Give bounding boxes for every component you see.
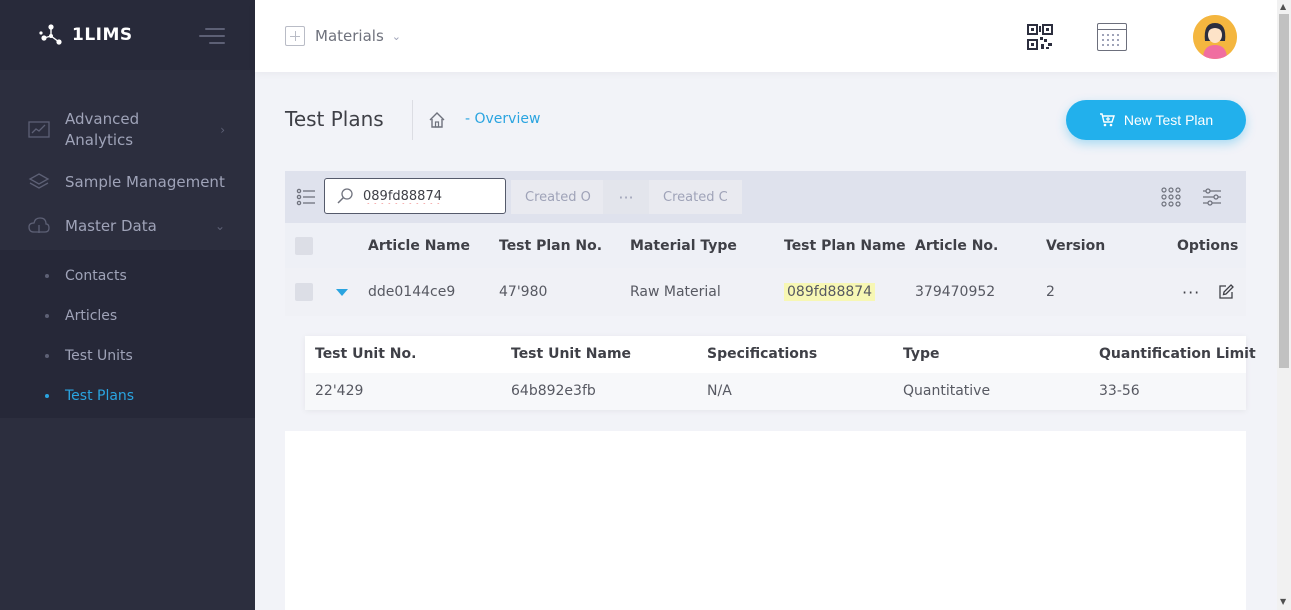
new-test-plan-label: New Test Plan <box>1123 112 1214 128</box>
select-all-checkbox[interactable] <box>295 236 313 255</box>
column-header-options: Options <box>1177 237 1239 254</box>
home-icon[interactable] <box>428 111 446 129</box>
chevron-down-icon: ⌄ <box>391 29 401 43</box>
table-row[interactable]: dde0144ce9 47'980 Raw Material 089fd8887… <box>285 268 1246 316</box>
column-header-article-no[interactable]: Article No. <box>915 238 998 254</box>
more-filters-button[interactable]: ··· <box>603 180 649 214</box>
cloud-icon <box>28 215 50 237</box>
bullet-icon <box>45 274 49 278</box>
sidebar-toggle-icon[interactable] <box>199 28 225 44</box>
sidebar-item-label: Master Data <box>65 217 157 235</box>
sub-cell-test-unit-no: 22'429 <box>315 383 364 399</box>
layers-icon <box>28 171 50 193</box>
sub-column-header-test-unit-no: Test Unit No. <box>315 346 417 362</box>
breadcrumb-overview[interactable]: - Overview <box>465 111 540 127</box>
sub-cell-quantification-limit: 33-56 <box>1099 383 1140 399</box>
sub-column-header-quantification-limit: Quantification Limit <box>1099 346 1256 362</box>
grid-view-icon[interactable] <box>1161 187 1181 207</box>
test-plans-table-card: Created O ··· Created C Article Name Tes… <box>285 171 1256 610</box>
subtable-header: Test Unit No. Test Unit Name Specificati… <box>305 336 1256 373</box>
title-divider <box>412 100 413 140</box>
user-avatar[interactable] <box>1193 15 1237 59</box>
column-header-test-plan-name[interactable]: Test Plan Name <box>784 238 906 254</box>
sub-cell-specifications: N/A <box>707 383 732 399</box>
row-checkbox[interactable] <box>295 283 313 301</box>
settings-sliders-icon[interactable] <box>1202 187 1222 207</box>
brand-bar: 1LIMS <box>0 0 255 70</box>
search-field[interactable] <box>324 178 506 214</box>
page-title: Test Plans <box>285 107 384 131</box>
bullet-icon <box>45 394 49 398</box>
qr-code-icon[interactable] <box>1027 24 1053 50</box>
column-header-material-type[interactable]: Material Type <box>630 238 737 254</box>
sidebar-item-contacts[interactable]: Contacts <box>0 256 255 296</box>
logo-icon <box>38 22 64 48</box>
add-box-icon <box>285 26 305 46</box>
sub-column-header-test-unit-name: Test Unit Name <box>511 346 632 362</box>
list-view-icon[interactable] <box>296 187 316 207</box>
sidebar-item-label: Sample Management <box>65 173 225 191</box>
sidebar-subitem-label: Test Plans <box>65 388 135 404</box>
cell-test-plan-no: 47'980 <box>499 284 548 300</box>
table-toolbar: Created O ··· Created C <box>285 171 1246 223</box>
bullet-icon <box>45 314 49 318</box>
sub-cell-type: Quantitative <box>903 383 991 399</box>
test-units-subtable: Test Unit No. Test Unit Name Specificati… <box>305 336 1256 410</box>
column-header-test-plan-no[interactable]: Test Plan No. <box>499 238 602 254</box>
brand-name: 1LIMS <box>72 25 133 45</box>
sidebar-item-test-units[interactable]: Test Units <box>0 336 255 376</box>
scroll-down-arrow-icon[interactable]: ▼ <box>1280 597 1286 606</box>
sub-column-header-type: Type <box>903 346 940 362</box>
sidebar-item-master-data[interactable]: Master Data ⌄ <box>0 202 255 250</box>
column-header-article-name[interactable]: Article Name <box>368 238 470 254</box>
cell-version: 2 <box>1046 284 1055 300</box>
subtable-row: 22'429 64b892e3fb N/A Quantitative 33-56 <box>305 373 1246 410</box>
cell-test-plan-name: 089fd88874 <box>784 283 876 301</box>
sidebar-item-advanced-analytics[interactable]: Advanced Analytics › <box>0 98 255 162</box>
cart-icon <box>1099 113 1115 127</box>
master-data-submenu: Contacts Articles Test Units Test Plans <box>0 250 255 418</box>
search-input[interactable] <box>363 188 493 204</box>
row-detail-panel: Test Unit No. Test Unit Name Specificati… <box>285 316 1256 431</box>
sidebar-subitem-label: Test Units <box>65 348 133 364</box>
chevron-right-icon: › <box>220 123 225 137</box>
cell-article-name: dde0144ce9 <box>368 284 456 300</box>
expand-caret-icon[interactable] <box>336 288 348 296</box>
sidebar-item-label: Advanced Analytics <box>65 110 140 149</box>
cell-article-no: 379470952 <box>915 284 996 300</box>
sub-cell-test-unit-name: 64b892e3fb <box>511 383 596 399</box>
edit-icon[interactable] <box>1218 284 1234 300</box>
analytics-icon <box>28 119 50 141</box>
cell-material-type: Raw Material <box>630 284 721 300</box>
sidebar-subitem-label: Contacts <box>65 268 127 284</box>
table-header: Article Name Test Plan No. Material Type… <box>285 223 1246 268</box>
scroll-up-arrow-icon[interactable]: ▲ <box>1280 2 1286 11</box>
created-by-filter[interactable]: Created C <box>649 180 742 214</box>
sidebar-menu: Advanced Analytics › Sample Management M… <box>0 98 255 418</box>
search-icon <box>337 188 353 204</box>
page-scrollbar[interactable]: ▲ ▼ <box>1277 0 1291 610</box>
bullet-icon <box>45 354 49 358</box>
column-header-version[interactable]: Version <box>1046 238 1105 254</box>
sidebar-item-test-plans[interactable]: Test Plans <box>0 376 255 416</box>
chevron-down-icon: ⌄ <box>214 219 225 233</box>
created-on-filter[interactable]: Created O <box>511 180 603 214</box>
sidebar: 1LIMS Advanced Analytics › Sample Manage… <box>0 0 255 610</box>
calendar-icon[interactable] <box>1097 23 1127 51</box>
sub-column-header-specifications: Specifications <box>707 346 818 362</box>
top-header: Materials ⌄ <box>255 0 1277 72</box>
scroll-thumb[interactable] <box>1279 14 1289 368</box>
module-label: Materials <box>315 27 384 45</box>
row-more-options-icon[interactable]: ··· <box>1182 283 1200 302</box>
module-selector[interactable]: Materials ⌄ <box>285 26 401 46</box>
sidebar-subitem-label: Articles <box>65 308 118 324</box>
sidebar-item-sample-management[interactable]: Sample Management <box>0 162 255 202</box>
sidebar-item-articles[interactable]: Articles <box>0 296 255 336</box>
new-test-plan-button[interactable]: New Test Plan <box>1066 100 1246 140</box>
